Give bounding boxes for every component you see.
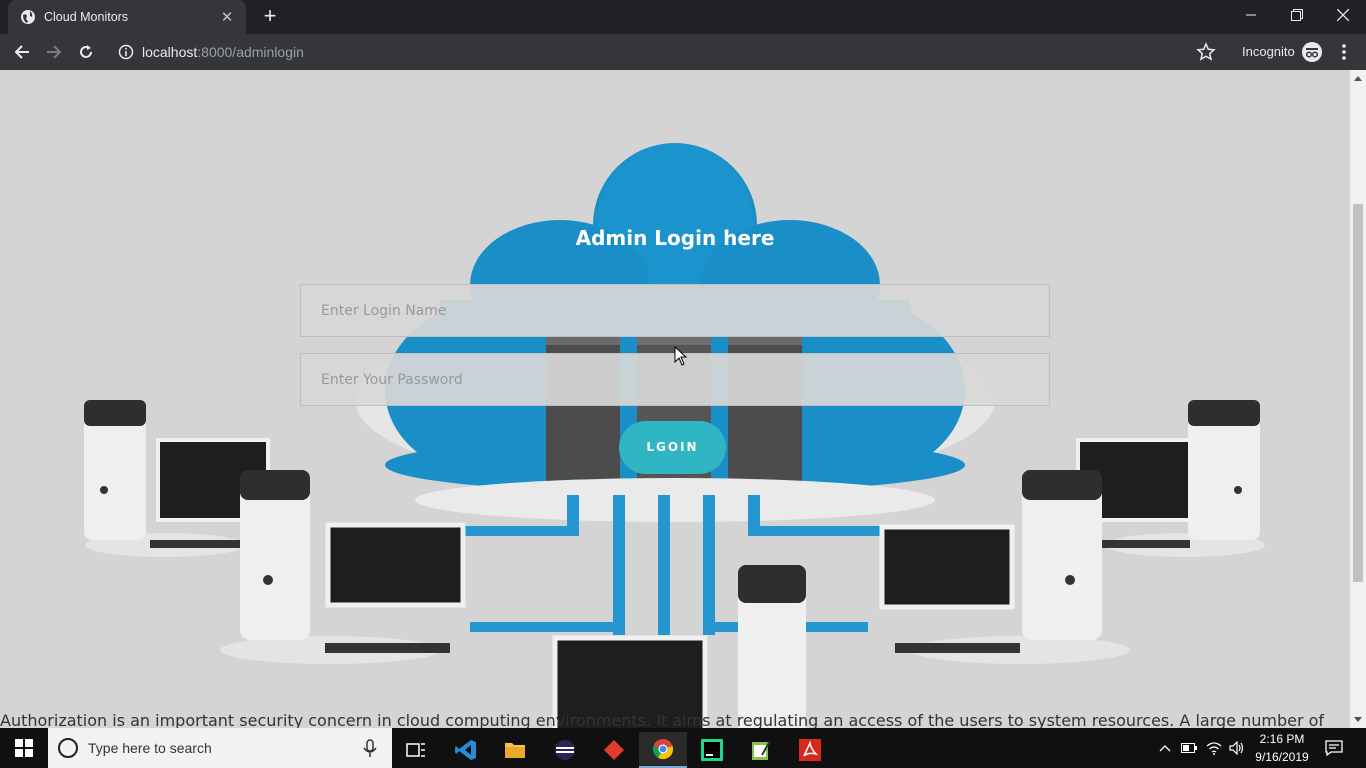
chrome-icon	[652, 739, 674, 760]
minimize-button[interactable]	[1228, 0, 1274, 30]
mouse-cursor-icon	[674, 346, 688, 366]
pycharm-icon	[701, 739, 723, 761]
browser-tab-bar: Cloud Monitors ✕ +	[0, 0, 1366, 34]
chrome-taskbar-button[interactable]	[639, 732, 687, 768]
start-button[interactable]	[0, 728, 48, 768]
menu-dots-icon[interactable]	[1336, 42, 1352, 62]
windows-taskbar: Type here to search 2:16 PM 9/16/2019	[0, 728, 1366, 768]
tab-title: Cloud Monitors	[44, 10, 129, 24]
page-viewport: Admin Login here LGOIN Authorization is …	[0, 70, 1350, 728]
speaker-icon	[1229, 741, 1244, 755]
file-explorer-button[interactable]	[491, 732, 539, 768]
restore-button[interactable]	[1274, 0, 1320, 30]
close-icon	[1337, 9, 1349, 21]
bookmark-star-icon[interactable]	[1196, 42, 1216, 62]
scroll-thumb[interactable]	[1353, 204, 1363, 582]
close-tab-icon[interactable]: ✕	[218, 8, 236, 26]
globe-icon	[21, 10, 35, 24]
description-text: Authorization is an important security c…	[0, 711, 1325, 728]
cortana-icon	[58, 738, 78, 758]
red-diamond-icon	[604, 740, 624, 760]
notification-icon	[1325, 740, 1343, 756]
vscode-icon	[455, 740, 476, 760]
action-center-button[interactable]	[1318, 728, 1350, 768]
notepad-icon	[752, 740, 771, 760]
login-button[interactable]: LGOIN	[619, 421, 726, 474]
folder-icon	[505, 743, 525, 758]
reload-button[interactable]	[72, 38, 100, 66]
eclipse-icon	[555, 740, 575, 760]
acrobat-icon	[799, 739, 821, 761]
forward-button[interactable]	[40, 38, 68, 66]
minimize-icon	[1246, 14, 1256, 16]
clock-date: 9/16/2019	[1255, 750, 1309, 764]
git-taskbar-button[interactable]	[590, 732, 638, 768]
clock-time: 2:16 PM	[1259, 732, 1305, 746]
browser-tab[interactable]: Cloud Monitors ✕	[8, 0, 246, 34]
chevron-up-icon	[1159, 745, 1171, 752]
battery-icon	[1181, 743, 1197, 753]
microphone-icon[interactable]	[360, 738, 380, 758]
restore-icon	[1291, 9, 1303, 21]
taskbar-search-box[interactable]: Type here to search	[48, 728, 392, 768]
address-bar[interactable]: localhost:8000/adminlogin	[110, 38, 1230, 66]
pycharm-taskbar-button[interactable]	[688, 732, 736, 768]
incognito-icon[interactable]	[1302, 42, 1322, 62]
scroll-down-icon[interactable]	[1354, 717, 1362, 722]
forward-arrow-icon	[47, 45, 62, 59]
notepad-taskbar-button[interactable]	[737, 732, 785, 768]
back-button[interactable]	[8, 38, 36, 66]
url-host: localhost	[142, 44, 198, 60]
url-path: :8000/adminlogin	[197, 44, 304, 60]
windows-logo-icon	[15, 739, 33, 757]
network-status[interactable]	[1202, 728, 1226, 768]
new-tab-button[interactable]: +	[258, 5, 282, 28]
task-view-icon	[406, 743, 425, 757]
acrobat-taskbar-button[interactable]	[786, 732, 834, 768]
info-icon	[118, 44, 134, 60]
wifi-icon	[1206, 742, 1222, 755]
browser-toolbar: localhost:8000/adminlogin Incognito	[0, 34, 1366, 70]
task-view-button[interactable]	[392, 732, 440, 768]
volume-control[interactable]	[1226, 728, 1248, 768]
search-placeholder: Type here to search	[88, 740, 212, 756]
scroll-up-icon[interactable]	[1354, 76, 1362, 81]
computer-right-1	[1076, 400, 1265, 557]
page-scrollbar[interactable]	[1350, 70, 1366, 728]
close-window-button[interactable]	[1320, 0, 1366, 30]
back-arrow-icon	[14, 45, 29, 59]
computer-bottom	[552, 565, 806, 728]
battery-status[interactable]	[1178, 728, 1200, 768]
eclipse-taskbar-button[interactable]	[541, 732, 589, 768]
reload-icon	[80, 45, 92, 58]
login-name-input[interactable]	[300, 284, 1050, 337]
vscode-taskbar-button[interactable]	[442, 732, 490, 768]
page-title: Admin Login here	[575, 226, 775, 250]
system-clock[interactable]: 2:16 PM 9/16/2019	[1254, 730, 1310, 766]
incognito-label: Incognito	[1242, 44, 1295, 59]
show-hidden-icons[interactable]	[1154, 728, 1176, 768]
